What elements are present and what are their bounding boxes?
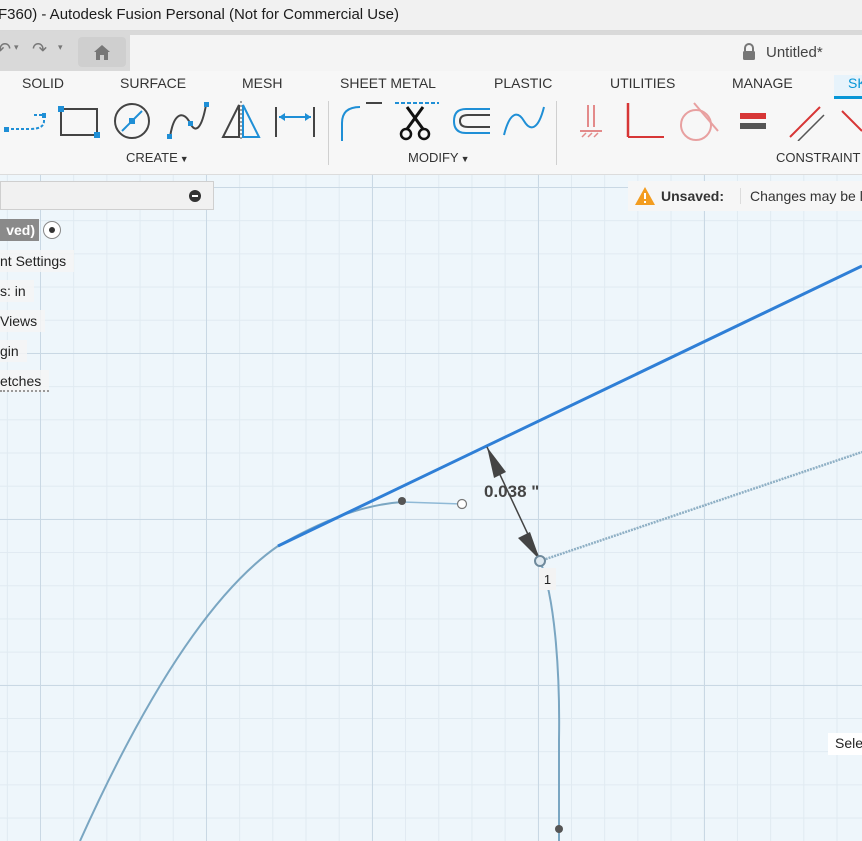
browser-item-document-settings[interactable]: nt Settings	[0, 250, 75, 272]
spline-tool-icon[interactable]	[166, 101, 210, 141]
collapse-icon[interactable]	[189, 190, 201, 202]
equal-constraint-icon[interactable]	[730, 101, 774, 141]
spline-handle	[401, 501, 463, 505]
tab-plastic[interactable]: PLASTIC	[494, 75, 552, 91]
create-menu[interactable]: CREATE ▼	[126, 150, 189, 165]
spline-point	[398, 497, 406, 505]
browser-root-unsaved[interactable]: ved)	[0, 219, 39, 241]
window-title: F360) - Autodesk Fusion Personal (Not fo…	[0, 6, 399, 23]
tab-sheet-metal[interactable]: SHEET METAL	[340, 75, 436, 91]
offset-tool-icon[interactable]	[448, 101, 492, 141]
browser-panel-header[interactable]	[0, 181, 214, 210]
point-label: 1	[539, 568, 556, 590]
toolbar: SOLID SURFACE MESH SHEET METAL PLASTIC U…	[0, 71, 862, 175]
dimension-value[interactable]: 0.038 "	[484, 482, 539, 502]
undo-icon[interactable]: ↶	[0, 39, 11, 60]
divider	[328, 101, 329, 165]
document-title: Untitled*	[766, 44, 823, 61]
unsaved-notification: Unsaved: Changes may be lo	[628, 181, 862, 211]
collinear-constraint-icon[interactable]	[838, 101, 862, 141]
tab-sketch[interactable]: SK	[834, 75, 862, 99]
fillet-tool-icon[interactable]	[338, 101, 382, 141]
sketch-arc-curve	[79, 501, 403, 841]
dimension-arrowhead	[518, 532, 540, 560]
tangent-constraint-icon[interactable]	[676, 101, 720, 141]
selection-tooltip: Sele	[828, 733, 862, 755]
mirror-tool-icon[interactable]	[219, 101, 263, 141]
tab-mesh[interactable]: MESH	[242, 75, 282, 91]
unsaved-label: Unsaved:	[661, 188, 725, 204]
circle-tool-icon[interactable]	[110, 101, 154, 141]
warning-icon	[635, 187, 655, 205]
parallel-constraint-icon[interactable]	[784, 101, 828, 141]
browser-item-sketches[interactable]: etches	[0, 370, 50, 392]
sketch-dimension-icon[interactable]	[273, 101, 317, 141]
browser-item-origin[interactable]: gin	[0, 340, 27, 362]
constraints-menu[interactable]: CONSTRAINT	[776, 150, 861, 165]
trim-scissors-icon[interactable]	[395, 101, 439, 141]
tab-utilities[interactable]: UTILITIES	[610, 75, 675, 91]
divider	[556, 101, 557, 165]
redo-dropdown-icon[interactable]: ▾	[58, 42, 63, 53]
line-tool-icon[interactable]	[2, 101, 46, 141]
perpendicular-constraint-icon[interactable]	[622, 101, 666, 141]
chevron-down-icon: ▼	[460, 154, 470, 164]
dimension-arrowhead	[487, 447, 506, 478]
sketch-vertical-curve	[539, 560, 561, 841]
lock-icon	[743, 43, 755, 60]
home-button[interactable]	[78, 37, 126, 67]
tab-solid[interactable]: SOLID	[22, 75, 64, 91]
undo-dropdown-icon[interactable]: ▾	[14, 42, 19, 53]
tab-manage[interactable]: MANAGE	[732, 75, 793, 91]
chevron-down-icon: ▼	[179, 154, 189, 164]
redo-icon[interactable]: ↷	[32, 39, 47, 60]
sketch-point	[555, 825, 563, 833]
sketch-geometry	[79, 264, 862, 841]
fix-constraint-icon[interactable]	[570, 101, 614, 141]
sketch-canvas[interactable]	[0, 175, 862, 841]
spline-handle-point	[456, 498, 468, 510]
title-bar: F360) - Autodesk Fusion Personal (Not fo…	[0, 0, 862, 31]
unsaved-message: Changes may be lo	[740, 188, 862, 204]
home-icon	[94, 45, 110, 60]
tab-surface[interactable]: SURFACE	[120, 75, 186, 91]
browser-item-units[interactable]: s: in	[0, 280, 34, 302]
active-radio-icon[interactable]	[43, 221, 61, 239]
browser-item-named-views[interactable]: Views	[0, 310, 46, 332]
sketch-line	[539, 450, 862, 563]
selected-sketch-line	[277, 264, 862, 548]
quick-access-bar: ↶ ↷ ▾ ▾ Untitled*	[0, 31, 862, 71]
modify-menu[interactable]: MODIFY ▼	[408, 150, 469, 165]
rectangle-tool-icon[interactable]	[57, 101, 101, 141]
sketch-endpoint	[534, 555, 546, 567]
modify-spline-icon[interactable]	[502, 101, 546, 141]
